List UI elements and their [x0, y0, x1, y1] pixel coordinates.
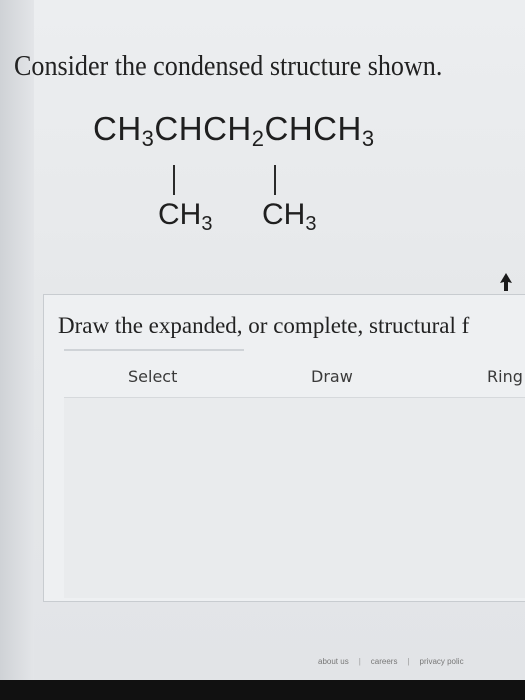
privacy-policy-link[interactable]: privacy polic: [420, 657, 464, 666]
footer-links: about us | careers | privacy polic: [318, 657, 464, 666]
monitor-bezel: [0, 680, 525, 700]
condensed-formula: CH3CHCH2CHCH3: [93, 110, 375, 151]
drawing-toolbar: Select Draw Ring: [64, 349, 525, 397]
drawing-prompt: Draw the expanded, or complete, structur…: [58, 313, 470, 338]
page-background: Consider the condensed structure shown. …: [0, 0, 525, 680]
mouse-pointer-icon: [500, 273, 512, 291]
select-tool-tab[interactable]: Select: [128, 367, 177, 386]
branch-bond-right: [274, 165, 276, 195]
formula-group-ch3: CH3: [93, 110, 155, 151]
screen-edge-shade: [0, 0, 34, 680]
branch-bond-left: [173, 165, 175, 195]
careers-link[interactable]: careers: [371, 657, 398, 666]
rings-tool-tab[interactable]: Ring: [487, 367, 523, 386]
drawing-panel: Draw the expanded, or complete, structur…: [43, 294, 525, 602]
footer-separator: |: [407, 657, 410, 666]
drawing-canvas[interactable]: [64, 397, 525, 598]
formula-group-chch2: CHCH2: [154, 110, 265, 151]
branch-methyl-left: CH3: [158, 198, 213, 235]
branch-methyl-right: CH3: [262, 198, 317, 235]
question-text: Consider the condensed structure shown.: [14, 50, 443, 82]
about-us-link[interactable]: about us: [318, 657, 349, 666]
formula-group-chch3: CHCH3: [264, 110, 375, 151]
footer-separator: |: [358, 657, 361, 666]
active-tab-indicator: [64, 349, 244, 351]
draw-tool-tab[interactable]: Draw: [311, 367, 353, 386]
